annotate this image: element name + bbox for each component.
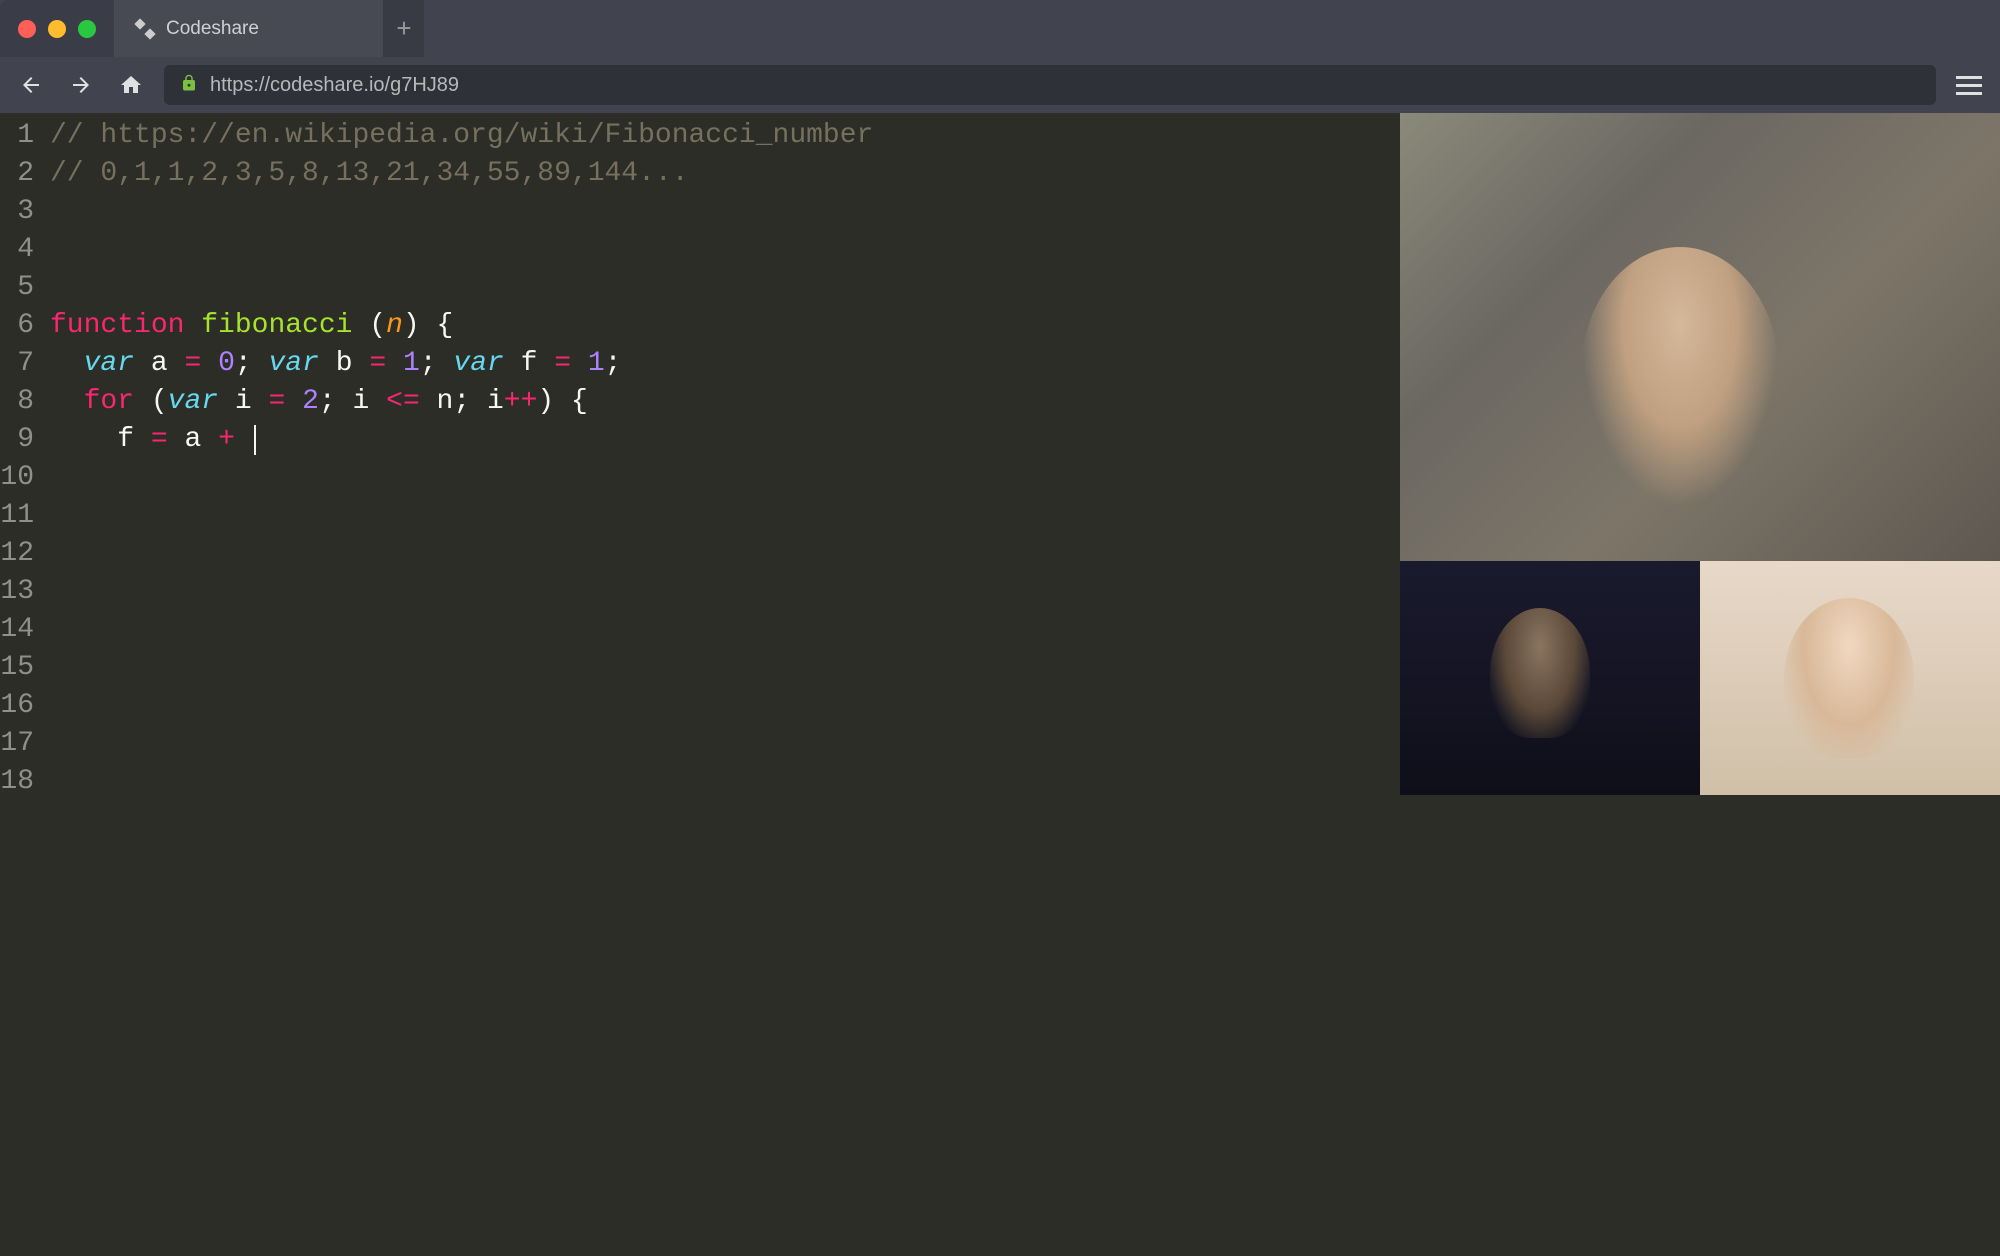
hamburger-icon (1956, 76, 1982, 79)
browser-tab-active[interactable]: Codeshare (114, 0, 384, 57)
arrow-left-icon (19, 73, 43, 97)
line-number: 8 (0, 383, 42, 421)
nav-home-button[interactable] (114, 68, 148, 102)
line-number: 10 (0, 459, 42, 497)
hamburger-menu-button[interactable] (1952, 76, 1986, 95)
line-number: 2 (0, 155, 42, 193)
line-number: 11 (0, 497, 42, 535)
window-maximize-button[interactable] (78, 20, 96, 38)
browser-toolbar: https://codeshare.io/g7HJ89 (0, 57, 2000, 113)
video-participant-2[interactable] (1400, 561, 1700, 795)
home-icon (119, 73, 143, 97)
arrow-right-icon (69, 73, 93, 97)
line-number: 6 (0, 307, 42, 345)
video-participant-main[interactable] (1400, 113, 2000, 561)
line-number: 7 (0, 345, 42, 383)
line-number: 1 (0, 117, 42, 155)
new-tab-button[interactable]: + (384, 0, 424, 57)
tab-title: Codeshare (166, 18, 259, 40)
window-close-button[interactable] (18, 20, 36, 38)
line-number: 5 (0, 269, 42, 307)
line-number: 14 (0, 611, 42, 649)
line-number-gutter: 123456789101112131415161718 (0, 113, 42, 1256)
nav-forward-button[interactable] (64, 68, 98, 102)
browser-tab-bar: Codeshare + (0, 0, 2000, 57)
address-bar[interactable]: https://codeshare.io/g7HJ89 (164, 65, 1936, 105)
line-number: 12 (0, 535, 42, 573)
text-cursor (254, 425, 256, 455)
line-number: 13 (0, 573, 42, 611)
lock-icon (180, 74, 198, 97)
window-controls (0, 0, 114, 57)
window-minimize-button[interactable] (48, 20, 66, 38)
line-number: 9 (0, 421, 42, 459)
line-number: 17 (0, 725, 42, 763)
url-text: https://codeshare.io/g7HJ89 (210, 74, 459, 97)
video-participant-3[interactable] (1700, 561, 2000, 795)
line-number: 3 (0, 193, 42, 231)
line-number: 4 (0, 231, 42, 269)
nav-back-button[interactable] (14, 68, 48, 102)
video-call-panel (1400, 113, 2000, 795)
line-number: 15 (0, 649, 42, 687)
line-number: 16 (0, 687, 42, 725)
codeshare-favicon (136, 20, 154, 38)
line-number: 18 (0, 763, 42, 801)
